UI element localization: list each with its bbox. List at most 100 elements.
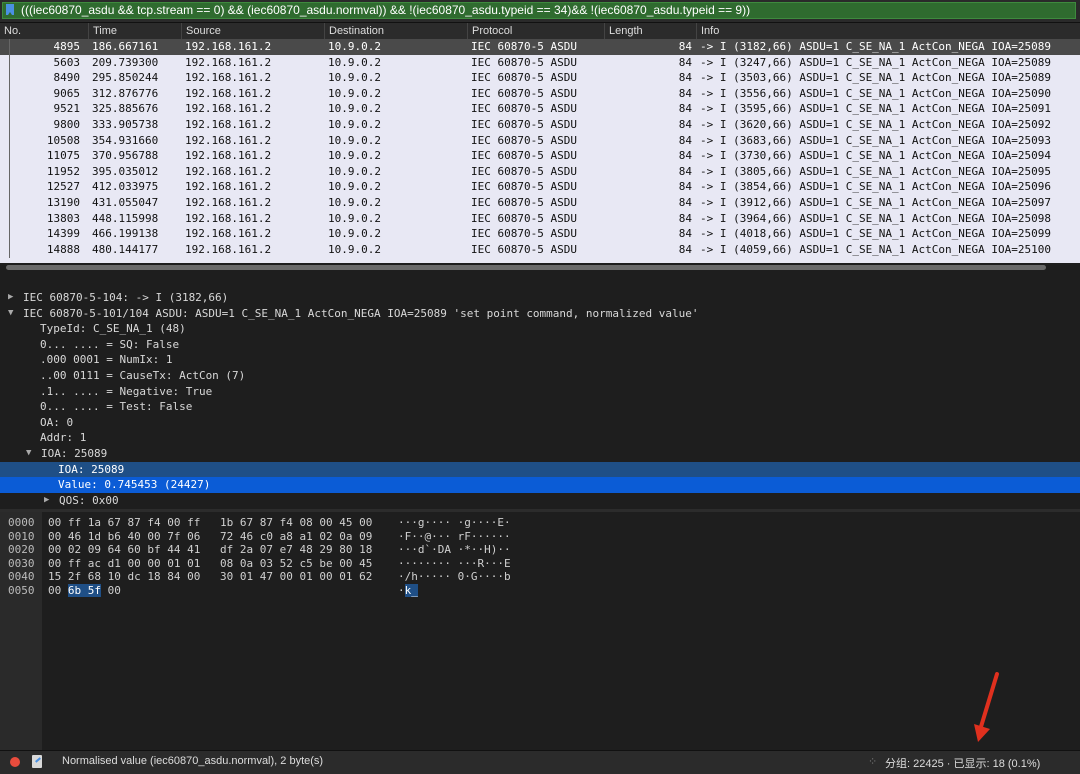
filter-bookmark-icon[interactable] [6, 4, 14, 15]
cell-length: 84 [678, 86, 692, 100]
table-row-selected[interactable]: 4895 186.667161 192.168.161.2 10.9.0.2 IEC 6… [0, 39, 1080, 55]
cell-time: 333.905738 [92, 118, 159, 131]
tree-leaf[interactable]: TypeId: C_SE_NA_1 (48) [0, 321, 1080, 337]
column-header-length[interactable]: Length [604, 23, 696, 39]
cell-protocol: IEC 60870-5 ASDU [471, 133, 577, 147]
packet-list-horizontal-scrollbar[interactable] [0, 263, 1080, 272]
cell-length: 84 [678, 118, 692, 131]
byte-ascii[interactable]: ···g···· ·g····E· [398, 516, 511, 530]
tree-leaf[interactable]: OA: 0 [0, 415, 1080, 431]
cell-no: 11952 [46, 164, 80, 178]
hex-bytes: 00 [48, 583, 68, 597]
cell-info: -> I (4059,66) ASDU=1 C_SE_NA_1 ActCon_N… [700, 242, 1051, 256]
ascii-text: · [398, 583, 405, 597]
display-filter-input[interactable]: (((iec60870_asdu && tcp.stream == 0) && … [2, 2, 1076, 19]
byte-hex[interactable]: 00 6b 5f 00 [48, 583, 121, 598]
tree-leaf[interactable]: 0... .... = SQ: False [0, 337, 1080, 353]
expanded-triangle-icon[interactable]: ▼ [8, 306, 13, 322]
related-packet-indicator [9, 54, 10, 71]
table-row[interactable]: 13190 431.055047 192.168.161.2 10.9.0.2 IEC … [0, 195, 1080, 211]
collapsed-triangle-icon[interactable]: ▶ [44, 493, 49, 509]
hex-bytes-group2: df 2a 07 e7 48 29 80 18 [220, 543, 373, 556]
column-header-info[interactable]: Info [696, 23, 1080, 39]
cell-info: -> I (3556,66) ASDU=1 C_SE_NA_1 ActCon_N… [700, 86, 1051, 100]
related-packet-indicator [9, 210, 10, 227]
table-row[interactable]: 10508 354.931660 192.168.161.2 10.9.0.2 IEC … [0, 132, 1080, 149]
tree-leaf[interactable]: .1.. .... = Negative: True [0, 384, 1080, 400]
tree-leaf[interactable]: ..00 0111 = CauseTx: ActCon (7) [0, 368, 1080, 384]
byte-hex[interactable]: 00 02 09 64 60 bf 44 41 df 2a 07 e7 48 29… [48, 543, 372, 557]
capture-comment-icon[interactable] [32, 755, 42, 768]
cell-source: 192.168.161.2 [185, 133, 272, 147]
tree-node[interactable]: ▼ IOA: 25089 [0, 446, 1080, 462]
column-header-destination[interactable]: Destination [324, 23, 467, 39]
expanded-triangle-icon[interactable]: ▼ [26, 446, 31, 462]
cell-no: 10508 [46, 133, 80, 147]
hex-bytes-group2: 08 0a 03 52 c5 be 00 45 [220, 556, 373, 570]
cell-info: -> I (3730,66) ASDU=1 C_SE_NA_1 ActCon_N… [700, 149, 1051, 163]
cell-time: 412.033975 [92, 180, 159, 194]
tree-label: 0... .... = SQ: False [40, 337, 180, 351]
tree-leaf[interactable]: Value: 0.745453 (24427) [0, 477, 1080, 493]
tree-label: 0... .... = Test: False [40, 400, 193, 414]
cell-info: -> I (3964,66) ASDU=1 C_SE_NA_1 ActCon_N… [700, 211, 1051, 225]
column-header-protocol[interactable]: Protocol [467, 23, 604, 39]
byte-ascii[interactable]: ·/h····· 0·G····b [398, 570, 511, 584]
tree-leaf[interactable]: .000 0001 = NumIx: 1 [0, 352, 1080, 368]
cell-no: 11075 [46, 149, 80, 163]
table-row[interactable]: 14399 466.199138 192.168.161.2 10.9.0.2 IEC … [0, 226, 1080, 243]
expert-info-icon[interactable] [10, 757, 20, 767]
cell-destination: 10.9.0.2 [328, 102, 381, 116]
cell-length: 84 [678, 242, 692, 256]
column-header-no[interactable]: No. [0, 23, 88, 39]
hex-bytes: 00 [101, 583, 121, 597]
cell-info: -> I (3912,66) ASDU=1 C_SE_NA_1 ActCon_N… [700, 196, 1051, 209]
cell-protocol: IEC 60870-5 ASDU [471, 149, 577, 163]
table-row[interactable]: 14888 480.144177 192.168.161.2 10.9.0.2 IEC … [0, 241, 1080, 258]
cell-no: 9521 [53, 102, 81, 116]
tree-node[interactable]: ▼ IEC 60870-5-101/104 ASDU: ASDU=1 C_SE_N… [0, 306, 1080, 322]
table-row[interactable]: 9800 333.905738 192.168.161.2 10.9.0.2 IEC 6… [0, 117, 1080, 133]
scrollbar-thumb[interactable] [6, 265, 1046, 270]
table-row[interactable]: 8490 295.850244 192.168.161.2 10.9.0.2 IEC 6… [0, 70, 1080, 87]
tree-leaf[interactable]: IOA: 25089 [0, 461, 1080, 478]
cell-length: 84 [678, 40, 692, 53]
cell-protocol: IEC 60870-5 ASDU [471, 164, 577, 178]
byte-hex[interactable]: 00 ff 1a 67 87 f4 00 ff 1b 67 87 f4 08 00… [48, 516, 372, 530]
tree-leaf[interactable]: 0... .... = Test: False [0, 399, 1080, 415]
cell-source: 192.168.161.2 [185, 227, 272, 241]
tree-node[interactable]: ▶ IEC 60870-5-104: -> I (3182,66) [0, 290, 1080, 306]
collapsed-triangle-icon[interactable]: ▶ [8, 290, 13, 306]
hex-bytes-group1: 00 46 1d b6 40 00 7f 06 [48, 529, 201, 543]
table-row[interactable]: 12527 412.033975 192.168.161.2 10.9.0.2 IEC … [0, 179, 1080, 196]
table-row[interactable]: 9521 325.885676 192.168.161.2 10.9.0.2 IEC 6… [0, 101, 1080, 118]
table-row[interactable]: 5603 209.739300 192.168.161.2 10.9.0.2 IEC 6… [0, 54, 1080, 71]
table-row[interactable]: 13803 448.115998 192.168.161.2 10.9.0.2 IEC … [0, 210, 1080, 227]
packet-list-header: No. Time Source Destination Protocol Len… [0, 23, 1080, 39]
cell-protocol: IEC 60870-5 ASDU [471, 102, 577, 116]
cell-time: 325.885676 [92, 102, 159, 116]
cell-length: 84 [678, 180, 692, 194]
related-packet-indicator [9, 101, 10, 118]
cell-no: 13803 [46, 211, 80, 225]
byte-ascii[interactable]: ········ ···R···E [398, 557, 511, 571]
tree-leaf[interactable]: Addr: 1 [0, 430, 1080, 446]
packet-bytes-pane: 00 00 00 ff 1a 67 87 f4 00 ff 1b 67 87 f4 0… [0, 512, 1080, 750]
table-row[interactable]: 11075 370.956788 192.168.161.2 10.9.0.2 IEC … [0, 148, 1080, 165]
column-header-source[interactable]: Source [181, 23, 324, 39]
byte-hex[interactable]: 15 2f 68 10 dc 18 84 00 30 01 47 00 01 00… [48, 570, 372, 584]
byte-hex[interactable]: 00 ff ac d1 00 00 01 01 08 0a 03 52 c5 be… [48, 557, 372, 571]
byte-hex[interactable]: 00 46 1d b6 40 00 7f 06 72 46 c0 a8 a1 02… [48, 529, 372, 544]
cell-destination: 10.9.0.2 [328, 211, 381, 225]
table-row[interactable]: 11952 395.035012 192.168.161.2 10.9.0.2 IEC … [0, 163, 1080, 180]
column-header-time[interactable]: Time [88, 23, 181, 39]
byte-ascii[interactable]: ·F··@··· rF······ [398, 530, 511, 544]
tree-node[interactable]: ▶ QOS: 0x00 [0, 493, 1080, 509]
table-row[interactable]: 9065 312.876776 192.168.161.2 10.9.0.2 IEC 6… [0, 85, 1080, 102]
cell-protocol: IEC 60870-5 ASDU [471, 180, 577, 194]
cell-source: 192.168.161.2 [185, 40, 272, 53]
byte-ascii[interactable]: ···d`·DA ·*··H)·· [398, 543, 511, 557]
cell-source: 192.168.161.2 [185, 164, 272, 178]
selected-ascii: k_ [404, 583, 418, 597]
byte-ascii[interactable]: ·k_ [398, 583, 418, 598]
